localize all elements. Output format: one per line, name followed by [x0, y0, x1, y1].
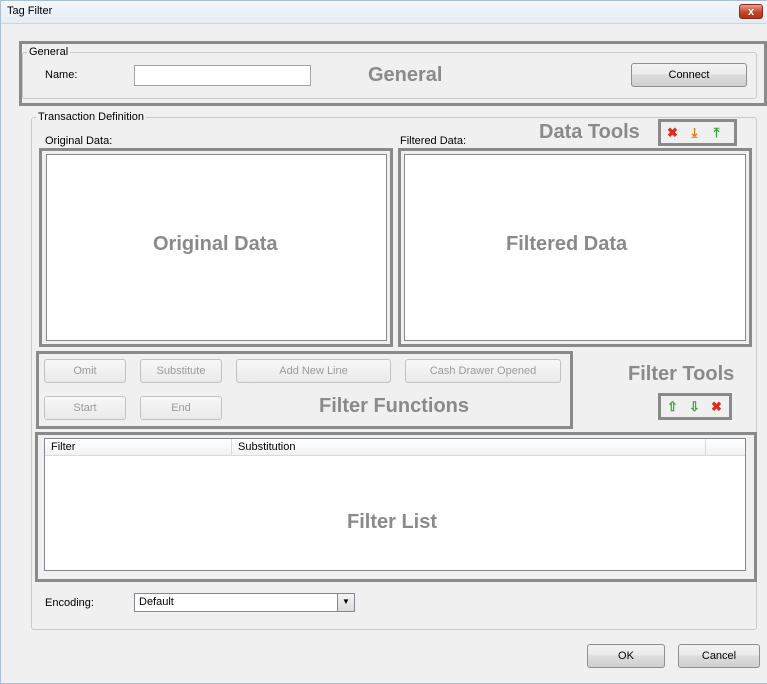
encoding-label: Encoding: — [45, 597, 94, 609]
filter-tools-annotation: Filter Tools — [628, 363, 735, 385]
name-input[interactable] — [134, 65, 311, 86]
encoding-value: Default — [139, 596, 174, 608]
import-icon[interactable]: ⤓ — [687, 125, 702, 140]
cancel-button[interactable]: Cancel — [678, 644, 760, 668]
chevron-down-icon: ▼ — [337, 594, 354, 611]
filtered-data-annotation: Filtered Data — [506, 233, 628, 255]
transaction-definition-legend: Transaction Definition — [38, 111, 144, 123]
cash-drawer-opened-button[interactable]: Cash Drawer Opened — [405, 359, 561, 383]
original-data-label: Original Data: — [45, 135, 113, 147]
encoding-select[interactable]: Default ▼ — [134, 593, 355, 612]
tag-filter-window: Tag Filter x General Name: General Conne… — [0, 0, 767, 684]
filter-list-annotation: Filter List — [347, 511, 438, 533]
close-icon: x — [747, 6, 755, 18]
ok-button[interactable]: OK — [587, 644, 665, 668]
filter-functions-annotation: Filter Functions — [319, 395, 469, 417]
general-annotation: General — [368, 64, 443, 86]
end-button[interactable]: End — [140, 396, 222, 420]
column-header-filter[interactable]: Filter — [45, 439, 232, 456]
original-data-annotation: Original Data — [153, 233, 278, 255]
name-label: Name: — [45, 69, 78, 81]
data-tools-annotation: Data Tools — [539, 121, 640, 143]
window-title: Tag Filter — [7, 5, 53, 17]
remove-icon[interactable]: ✖ — [709, 399, 724, 414]
omit-button[interactable]: Omit — [44, 359, 126, 383]
filtered-data-label: Filtered Data: — [400, 135, 467, 147]
delete-icon[interactable]: ✖ — [665, 125, 680, 140]
connect-button[interactable]: Connect — [631, 63, 747, 87]
close-button[interactable]: x — [739, 4, 763, 19]
filter-list[interactable]: Filter Substitution — [44, 438, 746, 571]
start-button[interactable]: Start — [44, 396, 126, 420]
title-bar: Tag Filter x — [1, 1, 767, 24]
export-icon[interactable]: ⤒ — [709, 125, 724, 140]
add-new-line-button[interactable]: Add New Line — [236, 359, 391, 383]
move-up-icon[interactable]: ⇧ — [665, 399, 680, 414]
move-down-icon[interactable]: ⇩ — [687, 399, 702, 414]
substitute-button[interactable]: Substitute — [140, 359, 222, 383]
column-header-substitution[interactable]: Substitution — [232, 439, 706, 456]
filter-list-header: Filter Substitution — [45, 439, 745, 456]
